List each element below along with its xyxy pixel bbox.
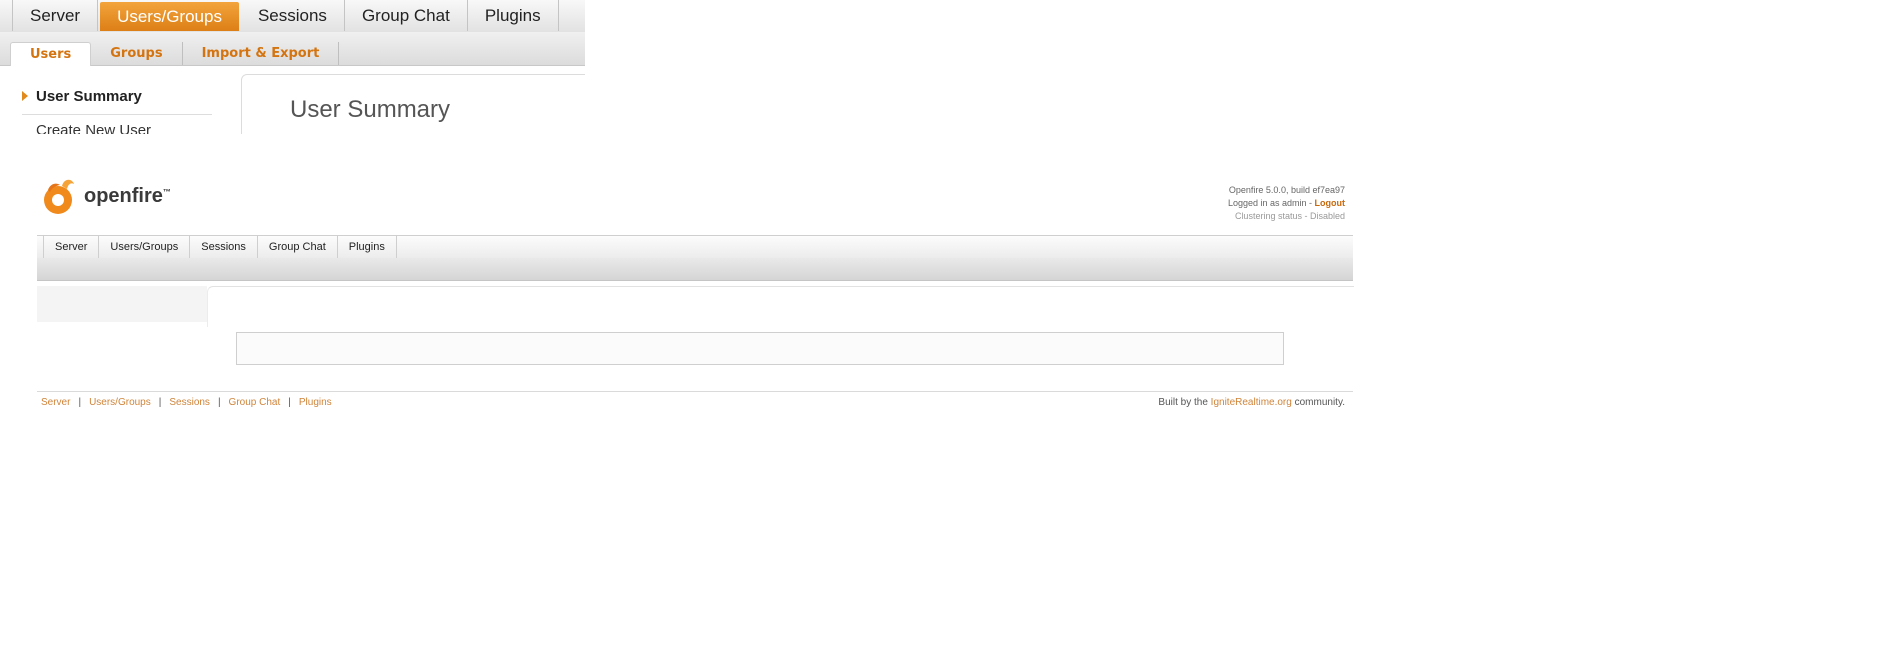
brand-wordmark: openfire™ bbox=[84, 185, 171, 208]
flame-logo-icon bbox=[44, 179, 74, 214]
ignite-realtime-link[interactable]: IgniteRealtime.org bbox=[1211, 397, 1292, 408]
footer-link-plugins[interactable]: Plugins bbox=[299, 397, 332, 408]
zoom-main-tabbar: Server Users/Groups Sessions Group Chat … bbox=[0, 0, 585, 33]
footer-separator: | bbox=[217, 397, 221, 408]
zoom-tab-sessions[interactable]: Sessions bbox=[241, 0, 345, 31]
openfire-logo[interactable]: openfire™ bbox=[40, 176, 171, 216]
sidebar-divider bbox=[22, 114, 212, 115]
main-content bbox=[207, 286, 1354, 327]
zoom-tab-plugins[interactable]: Plugins bbox=[468, 0, 559, 31]
content-box bbox=[236, 332, 1284, 365]
footer-credit: Built by the IgniteRealtime.org communit… bbox=[1158, 397, 1345, 408]
footer-separator: | bbox=[78, 397, 82, 408]
server-info: Openfire 5.0.0, build ef7ea97 Logged in … bbox=[1228, 184, 1345, 223]
login-status: Logged in as admin - Logout bbox=[1228, 197, 1345, 210]
nav-tab-group-chat[interactable]: Group Chat bbox=[258, 236, 338, 258]
version-text: Openfire 5.0.0, build ef7ea97 bbox=[1228, 185, 1345, 195]
zoom-tab-server[interactable]: Server bbox=[13, 0, 99, 31]
zoom-subtab-users[interactable]: Users bbox=[10, 42, 92, 66]
sub-nav bbox=[37, 258, 1353, 281]
nav-tab-users-groups[interactable]: Users/Groups bbox=[99, 236, 191, 258]
zoomed-inset: Server Users/Groups Sessions Group Chat … bbox=[0, 0, 585, 134]
logged-in-text: Logged in as admin - bbox=[1227, 198, 1315, 208]
sidebar-item-label: User Summary bbox=[36, 88, 142, 105]
zoom-subtab-groups[interactable]: Groups bbox=[91, 42, 183, 65]
page-title: User Summary bbox=[290, 96, 451, 123]
zoom-subtab-import-export[interactable]: Import & Export bbox=[183, 42, 340, 65]
credit-suffix: community. bbox=[1291, 397, 1345, 408]
footer-separator: | bbox=[288, 397, 291, 408]
main-nav: Server Users/Groups Sessions Group Chat … bbox=[37, 235, 1353, 259]
footer-separator: | bbox=[158, 397, 162, 408]
trademark: ™ bbox=[162, 186, 171, 196]
zoom-tab-group-chat[interactable]: Group Chat bbox=[345, 0, 468, 31]
zoom-tab-users-groups[interactable]: Users/Groups bbox=[100, 2, 239, 31]
sidebar bbox=[37, 286, 207, 322]
admin-page: openfire™ Openfire 5.0.0, build ef7ea97 … bbox=[0, 134, 1896, 655]
footer-link-sessions[interactable]: Sessions bbox=[169, 397, 210, 408]
zoom-sub-tabbar: Users Groups Import & Export bbox=[0, 32, 585, 66]
nav-tab-server[interactable]: Server bbox=[44, 236, 100, 258]
footer-nav: Server | Users/Groups | Sessions | Group… bbox=[41, 397, 332, 408]
sidebar-item-user-summary[interactable]: User Summary bbox=[22, 88, 142, 105]
footer-link-server[interactable]: Server bbox=[41, 397, 70, 408]
credit-prefix: Built by the bbox=[1158, 397, 1211, 408]
footer-divider bbox=[37, 391, 1353, 392]
nav-tab-plugins[interactable]: Plugins bbox=[338, 236, 397, 258]
footer-link-users-groups[interactable]: Users/Groups bbox=[89, 397, 151, 408]
triangle-right-icon bbox=[22, 91, 28, 101]
nav-tab-sessions[interactable]: Sessions bbox=[190, 236, 258, 258]
brand-name: openfire bbox=[84, 184, 163, 207]
zoom-sidebar: User Summary Create New User bbox=[0, 66, 240, 134]
footer-link-group-chat[interactable]: Group Chat bbox=[229, 397, 281, 408]
sidebar-item-create-new-user[interactable]: Create New User bbox=[36, 122, 151, 134]
logout-link[interactable]: Logout bbox=[1315, 198, 1346, 208]
clustering-status: Clustering status - Disabled bbox=[1234, 211, 1345, 221]
